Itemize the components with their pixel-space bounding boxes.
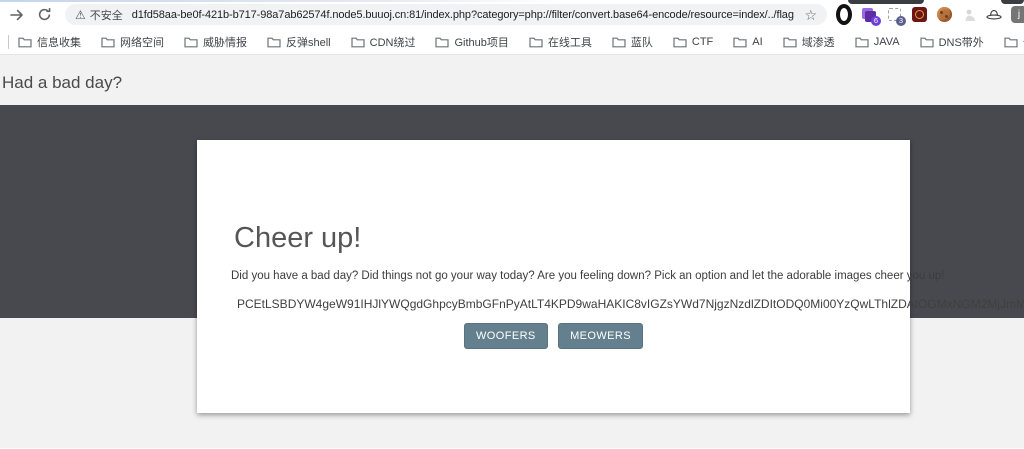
cookie-extension-icon[interactable] (936, 7, 952, 23)
ghost-extension-icon[interactable] (961, 7, 977, 23)
page-title: Had a bad day? (2, 73, 122, 93)
window-top-edge (0, 0, 560, 2)
dark-ring-extension-icon[interactable] (836, 7, 852, 23)
bookmark-folder[interactable]: 网络空间 (101, 34, 164, 50)
base64-flag-output: PCEtLSBDYW4geW91IHJlYWQgdGhpcyBmbGFnPyAt… (237, 297, 1024, 311)
bookmark-folder[interactable]: DNS带外 (920, 34, 984, 50)
bookmark-folder[interactable]: 域渗透 (783, 34, 835, 50)
card-title: Cheer up! (234, 224, 361, 253)
bookmark-folder[interactable]: 蓝队 (612, 34, 653, 50)
bookmark-folder[interactable]: Github项目 (435, 34, 508, 50)
proxy-badge: 6 (871, 16, 881, 26)
meowers-button[interactable]: MEOWERS (558, 323, 643, 349)
refresh-icon (37, 7, 52, 22)
refresh-button[interactable] (33, 4, 55, 26)
hat-extension-icon[interactable] (986, 7, 1002, 23)
card-description: Did you have a bad day? Did things not g… (231, 270, 944, 282)
browser-window: ⚠ 不安全 d1fd58aa-be0f-421b-b717-98a7ab6257… (0, 0, 1024, 449)
browser-toolbar: ⚠ 不安全 d1fd58aa-be0f-421b-b717-98a7ab6257… (0, 0, 1024, 29)
bookmark-folder[interactable]: CDN绕过 (351, 34, 416, 50)
not-secure-warning-icon: ⚠ (75, 9, 86, 21)
url-text[interactable]: d1fd58aa-be0f-421b-b717-98a7ab62574f.nod… (132, 9, 799, 21)
woofers-button[interactable]: WOOFERS (464, 323, 548, 349)
bookmarks-bar: 信息收集 网络空间 威胁情报 反弹shell CDN绕过 Github项目 在线… (0, 29, 1024, 55)
bookmark-folder[interactable]: CTF (673, 36, 713, 48)
cheer-up-card: Cheer up! Did you have a bad day? Did th… (197, 140, 910, 413)
extensions-row: 6 3 j (836, 7, 1024, 23)
bookmarks-divider (8, 35, 9, 49)
profile-avatar[interactable]: j (1011, 7, 1024, 23)
bookmark-folder[interactable]: 威胁情报 (184, 34, 247, 50)
tab-edge-remnant (848, 0, 924, 4)
bookmark-folder[interactable]: AI (733, 36, 762, 48)
hackbar-extension-icon[interactable] (911, 7, 927, 23)
capture-badge: 3 (896, 16, 906, 26)
capture-extension-icon[interactable]: 3 (886, 7, 902, 23)
category-buttons: WOOFERS MEOWERS (197, 323, 910, 349)
page-content: Had a bad day? Cheer up! Did you have a … (0, 55, 1024, 448)
proxy-extension-icon[interactable]: 6 (861, 7, 877, 23)
tab-edge-remnant (1001, 0, 1024, 4)
security-chip-label[interactable]: 不安全 (90, 7, 123, 23)
forward-arrow-icon (9, 7, 25, 23)
address-bar[interactable]: ⚠ 不安全 d1fd58aa-be0f-421b-b717-98a7ab6257… (65, 4, 827, 25)
bookmark-folder[interactable]: 在线工具 (529, 34, 592, 50)
forward-button[interactable] (6, 4, 28, 26)
bookmark-folder[interactable]: 云安全 (1004, 34, 1024, 50)
bookmark-folder[interactable]: 信息收集 (18, 34, 81, 50)
bookmark-folder[interactable]: JAVA (855, 36, 900, 48)
bookmark-star-icon[interactable]: ☆ (804, 8, 817, 22)
bookmark-folder[interactable]: 反弹shell (267, 34, 331, 50)
